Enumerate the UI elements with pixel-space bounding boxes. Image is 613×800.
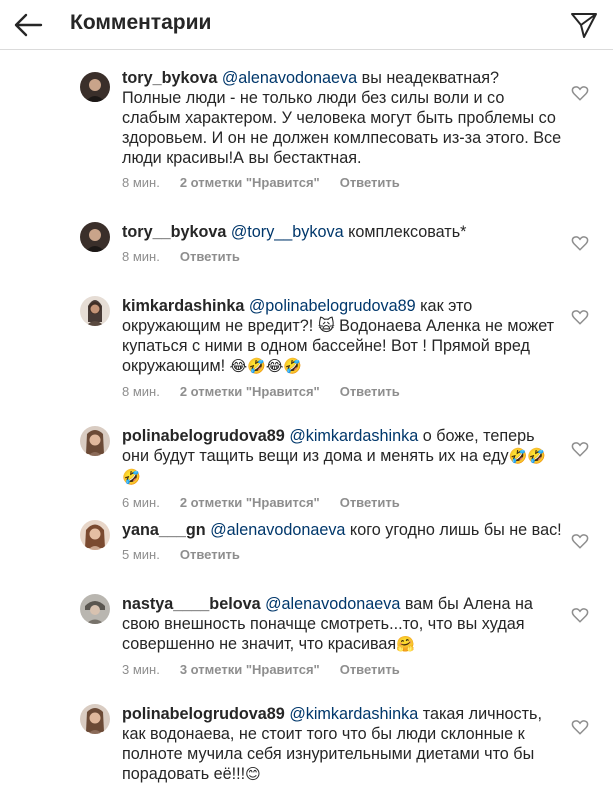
avatar[interactable]: [80, 222, 110, 252]
avatar[interactable]: [80, 594, 110, 624]
comment-message: кого угодно лишь бы не вас!: [345, 521, 562, 539]
comment-time: 8 мин.: [122, 249, 160, 264]
comment-meta: 3 мин. 3 отметки "Нравится" Ответить: [122, 662, 562, 678]
reply-button[interactable]: Ответить: [340, 495, 400, 510]
comment-meta: 6 мин. 2 отметки "Нравится" Ответить: [122, 495, 562, 511]
share-button[interactable]: [567, 8, 601, 42]
comment-time: 8 мин.: [122, 175, 160, 190]
heart-outline-icon[interactable]: [571, 234, 589, 252]
comment-meta: 8 мин. 2 отметки "Нравится" Ответить: [122, 384, 562, 400]
avatar[interactable]: [80, 426, 110, 456]
comment-meta: 8 мин. Ответить: [122, 249, 562, 265]
comment-username[interactable]: tory__bykova: [122, 223, 226, 241]
comment-username[interactable]: polinabelogrudova89: [122, 427, 285, 445]
comment-username[interactable]: yana___gn: [122, 521, 206, 539]
comment-emoji: 🤗: [396, 636, 415, 653]
page-title: Комментарии: [70, 11, 212, 34]
comment-mention[interactable]: @alenavodonaeva: [210, 521, 345, 539]
comment-text: yana___gn @alenavodonaeva кого угодно ли…: [122, 520, 562, 540]
comment-mention[interactable]: @polinabelogrudova89: [249, 297, 416, 315]
reply-button[interactable]: Ответить: [340, 175, 400, 190]
top-bar: Комментарии: [0, 0, 613, 50]
reply-button[interactable]: Ответить: [180, 547, 240, 562]
comment-likes-link[interactable]: 2 отметки "Нравится": [180, 384, 320, 399]
arrow-left-icon: [14, 13, 43, 37]
comment-mention[interactable]: @kimkardashinka: [289, 705, 418, 723]
comment-mention[interactable]: @alenavodonaeva: [222, 69, 357, 87]
heart-outline-icon[interactable]: [571, 308, 589, 326]
reply-button[interactable]: Ответить: [340, 384, 400, 399]
comment-emoji: 😊: [245, 766, 261, 783]
comment-mention[interactable]: @kimkardashinka: [289, 427, 418, 445]
comment-meta: 8 мин. 2 отметки "Нравится" Ответить: [122, 175, 562, 191]
avatar[interactable]: [80, 296, 110, 326]
comment-text: tory_bykova @alenavodonaeva вы неадекват…: [122, 68, 562, 168]
comment-text: polinabelogrudova89 @kimkardashinka така…: [122, 704, 562, 785]
comment-meta: 5 мин. Ответить: [122, 547, 562, 563]
comment-username[interactable]: tory_bykova: [122, 69, 217, 87]
reply-button[interactable]: Ответить: [340, 662, 400, 677]
comment-time: 5 мин.: [122, 547, 160, 562]
comment-time: 6 мин.: [122, 495, 160, 510]
heart-outline-icon[interactable]: [571, 84, 589, 102]
comment-username[interactable]: polinabelogrudova89: [122, 705, 285, 723]
comment-text: nastya____belova @alenavodonaeva вам бы …: [122, 594, 562, 655]
comment-likes-link[interactable]: 2 отметки "Нравится": [180, 175, 320, 190]
heart-outline-icon[interactable]: [571, 606, 589, 624]
heart-outline-icon[interactable]: [571, 532, 589, 550]
comment-message: комплексовать*: [343, 223, 467, 241]
comment-username[interactable]: nastya____belova: [122, 595, 261, 613]
comment-emoji: 😂🤣😂🤣: [229, 358, 303, 375]
comment-text: kimkardashinka @polinabelogrudova89 как …: [122, 296, 562, 377]
comment-likes-link[interactable]: 2 отметки "Нравится": [180, 495, 320, 510]
heart-outline-icon[interactable]: [571, 718, 589, 736]
comment-time: 8 мин.: [122, 384, 160, 399]
comment-username[interactable]: kimkardashinka: [122, 297, 244, 315]
comment-likes-link[interactable]: 3 отметки "Нравится": [180, 662, 320, 677]
reply-button[interactable]: Ответить: [180, 249, 240, 264]
comment-time: 3 мин.: [122, 662, 160, 677]
comment-text: polinabelogrudova89 @kimkardashinka о бо…: [122, 426, 562, 488]
comment-mention[interactable]: @alenavodonaeva: [265, 595, 400, 613]
avatar[interactable]: [80, 72, 110, 102]
avatar[interactable]: [80, 704, 110, 734]
comment-mention[interactable]: @tory__bykova: [231, 223, 344, 241]
heart-outline-icon[interactable]: [571, 440, 589, 458]
back-button[interactable]: [8, 6, 48, 44]
comment-text: tory__bykova @tory__bykova комплексовать…: [122, 222, 562, 242]
paper-plane-icon: [571, 13, 597, 38]
avatar[interactable]: [80, 520, 110, 550]
